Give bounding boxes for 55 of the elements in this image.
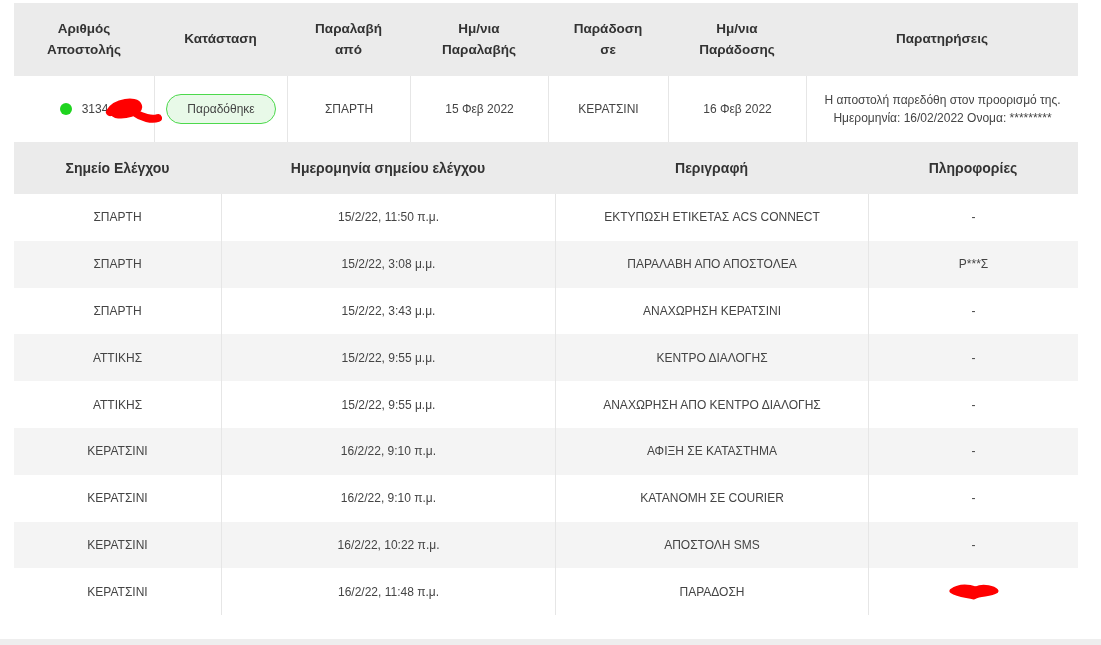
shipment-number: 3134	[81, 102, 109, 116]
table-cell: ΣΠΑΡΤΗ	[93, 257, 142, 272]
table-cell: ΑΦΙΞΗ ΣΕ ΚΑΤΑΣΤΗΜΑ	[646, 444, 778, 459]
status-badge: Παραδόθηκε	[166, 94, 276, 124]
table-cell: -	[971, 304, 976, 318]
table-cell: ΚΕΡΑΤΣΙΝΙ	[87, 491, 148, 506]
column-header: Παράδοση σε	[572, 20, 644, 59]
table-cell: -	[971, 491, 976, 506]
table-cell: -	[971, 210, 976, 225]
table-cell: 15/2/22, 9:55 μ.μ.	[341, 350, 436, 365]
table-cell: 16/2/22, 10:22 π.μ.	[337, 537, 440, 552]
remarks-text: Η αποστολή παρεδόθη στον προορισμό της.	[824, 92, 1061, 109]
table-cell: ΠΑΡΑΛΑΒΗ ΑΠΟ ΑΠΟΣΤΟΛΕΑ	[627, 257, 797, 272]
table-cell: ΑΤΤΙΚΗΣ	[92, 350, 143, 365]
table-cell: ΚΕΡΑΤΣΙΝΙ	[87, 537, 148, 552]
table-cell: 15/2/22, 11:50 π.μ.	[337, 210, 439, 225]
table-cell: -	[971, 397, 976, 412]
table-cell: ΣΠΑΡΤΗ	[93, 210, 142, 225]
table-cell: ΚΕΡΑΤΣΙΝΙ	[87, 444, 148, 459]
table-cell: ΚΕΡΑΤΣΙΝΙ	[87, 584, 148, 599]
table-cell: ΠΑΡΑΔΟΣΗ	[679, 584, 745, 599]
table-cell: ΕΚΤΥΠΩΣΗ ΕΤΙΚΕΤΑΣ ACS CONNECT	[604, 210, 820, 225]
column-header: Ημ/νια Παραλαβής	[441, 20, 517, 59]
table-cell: -	[971, 444, 976, 459]
table-cell: -	[971, 537, 976, 552]
column-header: Σημείο Ελέγχου	[65, 158, 170, 178]
table-cell: ΑΝΑΧΩΡΗΣΗ ΑΠΟ ΚΕΝΤΡΟ ΔΙΑΛΟΓΗΣ	[603, 397, 821, 412]
column-header: Κατάσταση	[184, 30, 257, 49]
column-header: Παραλαβή από	[314, 20, 383, 59]
column-header: Περιγραφή	[675, 158, 748, 178]
table-cell: ΚΕΡΑΤΣΙΝΙ	[578, 102, 639, 116]
column-header: Παρατηρήσεις	[896, 30, 988, 49]
table-cell: ΚΕΝΤΡΟ ΔΙΑΛΟΓΗΣ	[656, 350, 768, 365]
table-cell: 16/2/22, 9:10 π.μ.	[340, 491, 437, 506]
table-cell: 16 Φεβ 2022	[703, 102, 772, 116]
table-cell: ΑΝΑΧΩΡΗΣΗ ΚΕΡΑΤΣΙΝΙ	[642, 304, 782, 318]
column-header: Αριθμός Αποστολής	[46, 20, 122, 59]
table-cell: 16/2/22, 9:10 π.μ.	[340, 444, 437, 459]
table-cell: ΚΑΤΑΝΟΜΗ ΣΕ COURIER	[640, 491, 784, 506]
table-cell: ΣΠΑΡΤΗ	[324, 102, 374, 116]
table-cell: -	[971, 350, 976, 365]
table-cell: 15 Φεβ 2022	[445, 102, 514, 116]
remarks-text: Ημερομηνία: 16/02/2022 Ονομα: *********	[833, 110, 1052, 127]
table-cell: ΑΠΟΣΤΟΛΗ SMS	[664, 537, 760, 552]
column-header: Πληροφορίες	[928, 158, 1018, 178]
table-cell: ΑΤΤΙΚΗΣ	[92, 397, 143, 412]
table-cell: Ρ***Σ	[958, 257, 989, 272]
table-cell: 16/2/22, 11:48 π.μ.	[337, 584, 439, 599]
table-cell: 15/2/22, 9:55 μ.μ.	[341, 397, 436, 412]
status-dot	[59, 103, 72, 115]
table-cell: 15/2/22, 3:43 μ.μ.	[341, 304, 436, 318]
column-header: Ημερομηνία σημείου ελέγχου	[290, 158, 486, 178]
table-cell: 15/2/22, 3:08 μ.μ.	[341, 257, 436, 272]
table-cell: ΣΠΑΡΤΗ	[93, 304, 142, 318]
column-header: Ημ/νια Παράδοσης	[698, 20, 776, 59]
